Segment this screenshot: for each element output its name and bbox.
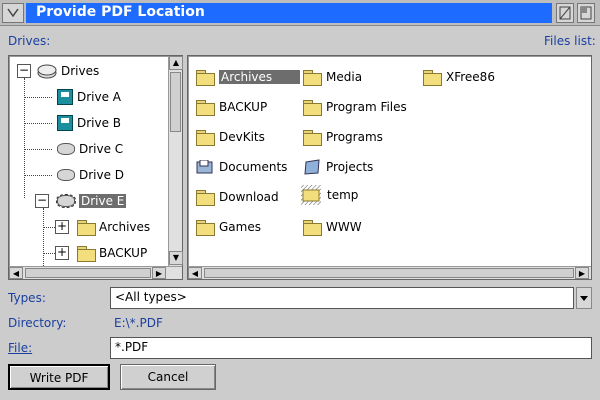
drives-label: Drives: bbox=[8, 34, 51, 48]
minimize-icon bbox=[559, 6, 571, 20]
folder-icon bbox=[196, 190, 215, 206]
tree-item-drives[interactable]: Drives bbox=[37, 61, 99, 81]
files-horizontal-scrollbar[interactable]: ◀ ▶ bbox=[188, 266, 591, 279]
title-bar: Provide PDF Location bbox=[0, 0, 600, 26]
tree-item-drive-e[interactable]: Drive E bbox=[56, 191, 127, 211]
scroll-thumb[interactable] bbox=[204, 268, 574, 278]
scroll-right-button[interactable]: ▶ bbox=[575, 267, 589, 279]
folder-icon bbox=[196, 220, 215, 236]
cancel-button[interactable]: Cancel bbox=[120, 364, 216, 390]
folder-icon bbox=[196, 130, 215, 146]
projects-folder-icon bbox=[304, 159, 320, 175]
file-item-archives[interactable]: Archives bbox=[196, 66, 301, 88]
chevron-down-icon bbox=[580, 296, 588, 301]
file-item-program-files[interactable]: Program Files bbox=[303, 96, 407, 118]
files-list[interactable]: Archives BACKUP DevKits Documents Downlo… bbox=[187, 55, 592, 280]
tree-item-archives[interactable]: Archives bbox=[77, 217, 150, 237]
folder-icon bbox=[77, 220, 96, 236]
file-item-download[interactable]: Download bbox=[196, 186, 279, 208]
temp-folder-icon bbox=[301, 185, 321, 205]
scroll-right-button[interactable]: ▶ bbox=[152, 267, 166, 279]
minimize-button[interactable] bbox=[556, 3, 574, 23]
tree-expander-backup[interactable]: + bbox=[55, 246, 69, 260]
chevron-down-icon bbox=[7, 8, 19, 18]
hard-drive-icon bbox=[57, 143, 75, 155]
files-list-label: Files list: bbox=[544, 34, 596, 48]
file-item-temp[interactable]: temp bbox=[300, 184, 358, 206]
types-select[interactable]: <All types> bbox=[110, 287, 574, 309]
folder-icon bbox=[196, 70, 215, 86]
folder-icon bbox=[423, 70, 442, 86]
tree-item-drive-b[interactable]: Drive B bbox=[57, 113, 121, 133]
floppy-icon bbox=[57, 115, 73, 131]
folder-icon bbox=[77, 246, 96, 262]
maximize-icon bbox=[580, 6, 592, 20]
scroll-thumb[interactable] bbox=[170, 72, 181, 132]
folder-icon bbox=[303, 100, 322, 116]
scroll-down-button[interactable]: ▼ bbox=[169, 251, 183, 265]
file-item-www[interactable]: WWW bbox=[303, 216, 362, 238]
file-label: File: bbox=[8, 341, 33, 355]
tree-expander-drives[interactable]: − bbox=[17, 64, 31, 78]
tree-item-drive-d[interactable]: Drive D bbox=[57, 165, 124, 185]
types-dropdown-button[interactable] bbox=[576, 287, 592, 309]
file-item-devkits[interactable]: DevKits bbox=[196, 126, 265, 148]
file-item-backup[interactable]: BACKUP bbox=[196, 96, 267, 118]
drives-icon bbox=[37, 64, 57, 79]
folder-icon bbox=[303, 70, 322, 86]
hard-drive-icon bbox=[57, 169, 75, 181]
write-pdf-button[interactable]: Write PDF bbox=[8, 364, 110, 390]
floppy-icon bbox=[57, 89, 73, 105]
folder-icon bbox=[303, 130, 322, 146]
scroll-left-button[interactable]: ◀ bbox=[188, 267, 202, 279]
file-item-media[interactable]: Media bbox=[303, 66, 362, 88]
system-menu-button[interactable] bbox=[2, 3, 24, 23]
types-label: Types: bbox=[8, 291, 46, 305]
window-title: Provide PDF Location bbox=[36, 4, 205, 20]
scroll-up-button[interactable]: ▲ bbox=[169, 56, 183, 70]
tree-expander-archives[interactable]: + bbox=[55, 220, 69, 234]
drives-vertical-scrollbar[interactable]: ▲ ▼ bbox=[168, 56, 183, 266]
folder-icon bbox=[196, 100, 215, 116]
tree-item-drive-a[interactable]: Drive A bbox=[57, 87, 121, 107]
file-item-projects[interactable]: Projects bbox=[303, 156, 373, 178]
tree-item-drive-c[interactable]: Drive C bbox=[57, 139, 123, 159]
file-input[interactable]: *.PDF bbox=[110, 337, 592, 359]
file-item-games[interactable]: Games bbox=[196, 216, 261, 238]
tree-expander-drive-e[interactable]: − bbox=[35, 194, 49, 208]
file-item-xfree86[interactable]: XFree86 bbox=[423, 66, 495, 88]
drives-horizontal-scrollbar[interactable]: ◀ ▶ bbox=[9, 266, 182, 279]
hard-drive-icon bbox=[56, 194, 76, 208]
scroll-thumb[interactable] bbox=[25, 268, 151, 278]
drives-tree[interactable]: − Drives Drive A Drive B Drive C Drive D… bbox=[8, 55, 183, 280]
documents-folder-icon bbox=[196, 160, 213, 174]
file-item-programs[interactable]: Programs bbox=[303, 126, 383, 148]
directory-value: E:\*.PDF bbox=[114, 316, 163, 330]
scroll-left-button[interactable]: ◀ bbox=[9, 267, 23, 279]
folder-icon bbox=[303, 220, 322, 236]
maximize-button[interactable] bbox=[577, 3, 595, 23]
directory-label: Directory: bbox=[8, 316, 67, 330]
file-item-documents[interactable]: Documents bbox=[196, 156, 287, 178]
tree-item-backup[interactable]: BACKUP bbox=[77, 243, 147, 263]
